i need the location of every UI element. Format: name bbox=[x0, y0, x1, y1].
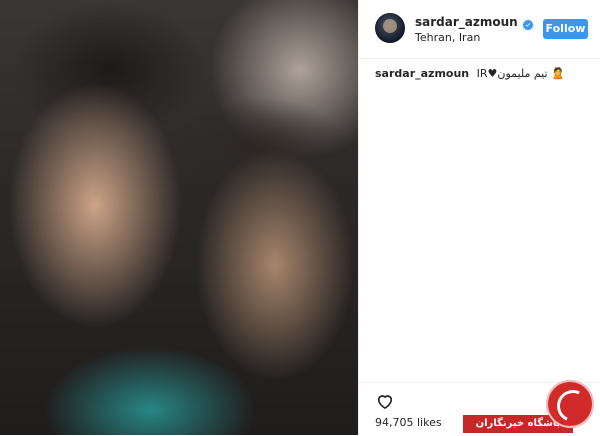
caption-username[interactable]: sardar_azmoun bbox=[375, 67, 469, 80]
follow-button[interactable]: Follow bbox=[543, 19, 588, 39]
instagram-post: sardar_azmoun Tehran, Iran Follow sardar… bbox=[0, 0, 600, 435]
post-location[interactable]: Tehran, Iran bbox=[415, 31, 480, 45]
watermark-logo bbox=[546, 380, 594, 428]
post-caption: sardar_azmoun IR♥تیم ملیمون 🙎 bbox=[375, 66, 587, 81]
heart-icon[interactable] bbox=[375, 391, 395, 411]
profile-avatar[interactable] bbox=[375, 13, 405, 43]
caption-text: IR♥تیم ملیمون 🙎 bbox=[476, 67, 565, 80]
username-link[interactable]: sardar_azmoun bbox=[415, 14, 518, 30]
likes-count: 94,705 likes bbox=[375, 416, 442, 429]
user-row: sardar_azmoun bbox=[415, 14, 534, 31]
watermark: باشگاه خبرنگاران bbox=[463, 380, 600, 435]
watermark-logo-mark bbox=[552, 385, 594, 427]
post-header: sardar_azmoun Tehran, Iran Follow bbox=[359, 0, 600, 59]
verified-badge-icon bbox=[522, 16, 534, 31]
post-photo bbox=[0, 0, 358, 435]
post-panel: sardar_azmoun Tehran, Iran Follow sardar… bbox=[359, 0, 600, 435]
